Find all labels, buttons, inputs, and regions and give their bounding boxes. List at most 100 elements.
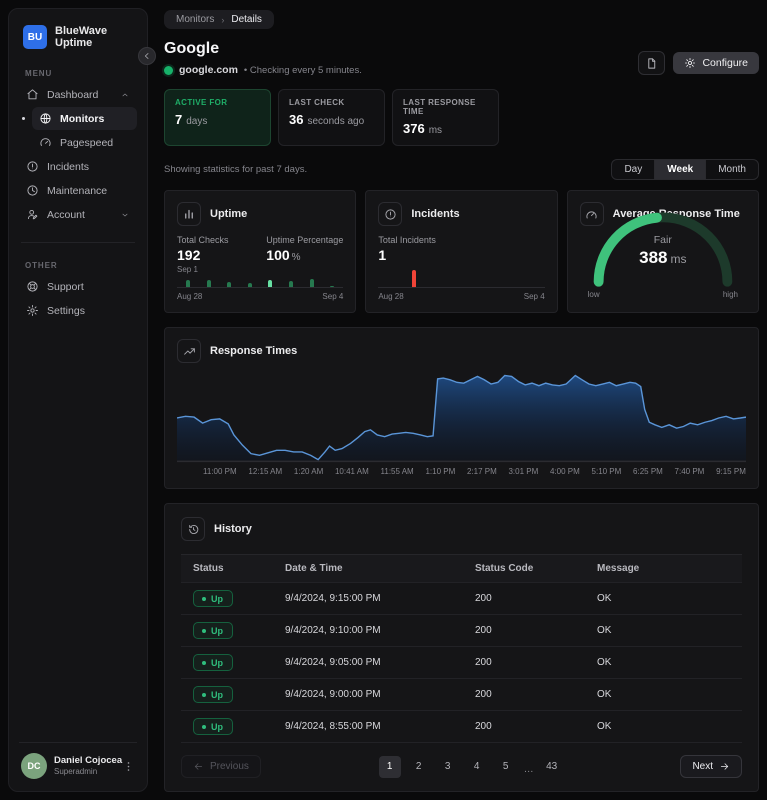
uptime-bar[interactable] bbox=[289, 281, 294, 287]
sidebar-divider bbox=[21, 242, 135, 243]
sidebar-item-maintenance[interactable]: Maintenance bbox=[19, 179, 137, 202]
header-actions: Configure bbox=[638, 51, 759, 76]
user-meta: Daniel Cojocea Superadmin bbox=[54, 755, 122, 777]
cell-datetime: 9/4/2024, 9:10:00 PM bbox=[285, 625, 381, 636]
sidebar-nav: MENU Dashboard Monitors Pagespeed Incidents M… bbox=[19, 51, 137, 323]
pagination: Previous 1 2 3 4 5 … 43 Next bbox=[181, 743, 742, 778]
sidebar-section-label: OTHER bbox=[25, 261, 58, 270]
page-button-1[interactable]: 1 bbox=[378, 755, 401, 778]
history-title: History bbox=[214, 523, 252, 535]
status-badge: Up bbox=[193, 718, 233, 735]
uptime-bar[interactable] bbox=[206, 279, 211, 287]
page-button-5[interactable]: 5 bbox=[495, 756, 517, 778]
x-axis-label: 11:55 AM bbox=[380, 467, 414, 476]
cell-message: OK bbox=[597, 721, 612, 732]
sidebar-item-account[interactable]: Account bbox=[19, 203, 137, 226]
cell-status-code: 200 bbox=[475, 721, 492, 732]
brand: BU BlueWave Uptime bbox=[19, 23, 137, 51]
uptime-bar[interactable] bbox=[227, 281, 232, 287]
page-title: Google bbox=[164, 40, 220, 57]
sidebar-item-dashboard[interactable]: Dashboard bbox=[19, 83, 137, 106]
page-button-43[interactable]: 43 bbox=[541, 756, 563, 778]
configure-button[interactable]: Configure bbox=[673, 52, 759, 74]
next-page-button[interactable]: Next bbox=[680, 755, 742, 778]
stat-value: 36 seconds ago bbox=[289, 112, 365, 127]
uptime-bar-chart[interactable] bbox=[177, 278, 344, 288]
x-axis-label: 1:10 PM bbox=[425, 467, 456, 476]
range-option-day[interactable]: Day bbox=[612, 160, 654, 179]
x-axis-label: 12:15 AM bbox=[248, 467, 283, 476]
cell-status-code: 200 bbox=[475, 657, 492, 668]
page-button-3[interactable]: 3 bbox=[437, 756, 459, 778]
sidebar-item-monitors[interactable]: Monitors bbox=[22, 107, 137, 130]
total-incidents-label: Total Incidents bbox=[378, 235, 436, 245]
cell-datetime: 9/4/2024, 9:00:00 PM bbox=[285, 689, 381, 700]
report-button[interactable] bbox=[638, 51, 666, 75]
column-header: Message bbox=[597, 563, 640, 574]
x-axis-label: 5:10 PM bbox=[591, 467, 622, 476]
incidents-card-header: Incidents bbox=[378, 202, 544, 226]
user-menu[interactable]: DC Daniel Cojocea Superadmin bbox=[19, 742, 137, 781]
uptime-bar[interactable] bbox=[268, 279, 273, 287]
uptime-percentage-label: Uptime Percentage bbox=[266, 235, 344, 245]
history-header: History bbox=[181, 517, 742, 541]
sidebar: BU BlueWave Uptime MENU Dashboard Monitors… bbox=[8, 8, 156, 792]
previous-page-button[interactable]: Previous bbox=[181, 755, 261, 778]
incident-bar[interactable] bbox=[411, 270, 416, 287]
incidents-x-axis: Aug 28 Sep 4 bbox=[378, 292, 545, 301]
history-card: History Status Date & Time Status Code Mess… bbox=[164, 503, 759, 792]
user-options-button[interactable] bbox=[122, 760, 135, 773]
speedometer-icon bbox=[40, 138, 51, 146]
table-row: Up 9/4/2024, 8:55:00 PM 200 OK bbox=[181, 711, 742, 743]
table-row: Up 9/4/2024, 9:00:00 PM 200 OK bbox=[181, 679, 742, 711]
response-times-x-axis: 11:00 PM 12:15 AM 1:20 AM 10:41 AM 11:55 AM 1… bbox=[177, 467, 746, 476]
uptime-stats: Total Checks 192 Sep 1 Uptime Percentage… bbox=[177, 235, 343, 274]
avg-response-card: Average Response Time Fair 388 ms low hig bbox=[566, 190, 759, 313]
sidebar-collapse-button[interactable] bbox=[138, 47, 156, 65]
trend-up-icon bbox=[183, 347, 195, 355]
stat-value: 7 days bbox=[175, 112, 208, 127]
table-row: Up 9/4/2024, 9:10:00 PM 200 OK bbox=[181, 615, 742, 647]
monitor-url: google.com bbox=[179, 64, 238, 76]
incidents-bar-chart[interactable] bbox=[378, 267, 545, 288]
total-checks-value: 192 bbox=[177, 247, 201, 263]
breadcrumb-separator: › bbox=[221, 14, 225, 25]
kebab-icon bbox=[127, 761, 130, 771]
range-option-month[interactable]: Month bbox=[705, 160, 758, 179]
x-axis-label: 4:00 PM bbox=[550, 467, 580, 476]
cell-datetime: 9/4/2024, 9:05:00 PM bbox=[285, 657, 381, 668]
avatar: DC bbox=[21, 753, 47, 779]
status-badge: Up bbox=[193, 622, 233, 639]
response-times-chart[interactable] bbox=[177, 372, 746, 464]
range-option-week[interactable]: Week bbox=[654, 160, 706, 179]
chevron-left-icon bbox=[144, 52, 149, 59]
x-axis-label: 9:15 PM bbox=[716, 467, 746, 476]
column-header: Date & Time bbox=[285, 563, 343, 574]
sidebar-item-pagespeed[interactable]: Pagespeed bbox=[32, 131, 137, 154]
page-button-4[interactable]: 4 bbox=[466, 756, 488, 778]
cell-datetime: 9/4/2024, 8:55:00 PM bbox=[285, 721, 381, 732]
sidebar-item-support[interactable]: Support bbox=[19, 275, 137, 298]
sidebar-item-incidents[interactable]: Incidents bbox=[19, 155, 137, 178]
stat-card-last-check: LAST CHECK 36 seconds ago bbox=[278, 89, 385, 146]
uptime-bar[interactable] bbox=[309, 279, 314, 287]
sidebar-item-settings[interactable]: Settings bbox=[19, 299, 137, 322]
breadcrumb-item-monitors[interactable]: Monitors bbox=[176, 14, 214, 25]
brand-name: BlueWave Uptime bbox=[55, 25, 108, 49]
x-axis-label: 2:17 PM bbox=[466, 467, 497, 476]
uptime-bar[interactable] bbox=[330, 286, 335, 287]
page-button-2[interactable]: 2 bbox=[408, 756, 430, 778]
stat-card-last-response-time: LAST RESPONSE TIME 376 ms bbox=[392, 89, 499, 146]
sidebar-item-label: Incidents bbox=[47, 160, 90, 173]
arrow-right-icon bbox=[720, 763, 729, 770]
uptime-bar[interactable] bbox=[186, 280, 190, 287]
cell-status-code: 200 bbox=[475, 689, 492, 700]
gear-icon bbox=[27, 305, 38, 316]
main-content: Monitors › Details Google google.com • Che… bbox=[164, 8, 759, 792]
incidents-card-title: Incidents bbox=[411, 208, 460, 220]
brand-logo: BU bbox=[23, 25, 47, 49]
breadcrumb-item-details: Details bbox=[231, 14, 262, 25]
uptime-bar[interactable] bbox=[247, 282, 252, 287]
gauge-readout: Fair 388 ms bbox=[580, 234, 746, 268]
uptime-card: Uptime Total Checks 192 Sep 1 Uptime Per… bbox=[164, 190, 357, 313]
